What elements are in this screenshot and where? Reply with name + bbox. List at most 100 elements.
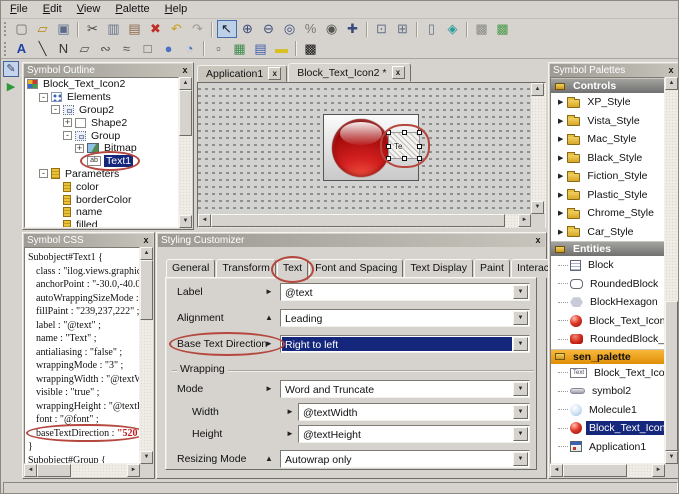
expand-arrow-up-icon[interactable]: ▲ (265, 454, 273, 463)
expander-arrow-icon[interactable]: ▶ (558, 209, 563, 217)
close-icon[interactable]: x (140, 234, 152, 246)
dropdown-arrow-icon[interactable]: ▼ (513, 405, 528, 419)
image-tool-icon[interactable]: ▦ (230, 40, 250, 58)
tab-font-and-spacing[interactable]: Font and Spacing (309, 259, 403, 278)
expand-arrow-right-icon[interactable]: ► (286, 429, 294, 438)
text-tool-icon[interactable]: A (12, 40, 32, 58)
expander-arrow-icon[interactable]: ▶ (558, 117, 563, 125)
line-tool-icon[interactable]: ╲ (33, 40, 53, 58)
palette-item-application1[interactable]: Application1 (551, 438, 664, 457)
palette-item-symbol2[interactable]: symbol2 (551, 382, 664, 401)
palette-item-chrome-style[interactable]: ▶Chrome_Style (551, 204, 664, 223)
expand-arrow-right-icon[interactable]: ► (265, 384, 273, 393)
scroll-left-icon[interactable]: ◄ (198, 214, 211, 227)
menu-help[interactable]: Help (158, 1, 196, 17)
palette-item-xp-style[interactable]: ▶XP_Style (551, 93, 664, 112)
close-tab-icon[interactable]: x (392, 66, 405, 79)
rectangle-tool-icon[interactable]: □ (138, 40, 158, 58)
pan-icon[interactable]: ✚ (343, 20, 363, 38)
expand-arrow-up-icon[interactable]: ▲ (265, 313, 273, 322)
dropdown-arrow-icon[interactable]: ▼ (513, 311, 528, 325)
css-source-view[interactable]: Subobject#Text1 {class : "ilog.views.gra… (24, 247, 140, 464)
palette-item-roundedblock[interactable]: RoundedBlock (551, 275, 664, 294)
close-icon[interactable]: x (532, 234, 544, 246)
scroll-up-icon[interactable]: ▲ (531, 83, 544, 96)
preview-icon[interactable]: ◉ (322, 20, 342, 38)
redo-icon[interactable]: ↷ (188, 20, 208, 38)
open-folder-icon[interactable]: ▱ (33, 20, 53, 38)
point-tool-icon[interactable]: ▫ (209, 40, 229, 58)
dropdown-arrow-icon[interactable]: ▼ (513, 427, 528, 441)
palette-item-block-text-icon[interactable]: TextBlock_Text_Icon (551, 364, 664, 383)
expander-arrow-icon[interactable]: ▶ (558, 98, 563, 106)
red-sphere-graphic[interactable] (332, 119, 390, 177)
scroll-down-icon[interactable]: ▼ (665, 451, 678, 464)
send-to-back-icon[interactable]: ▩ (493, 20, 513, 38)
combo-height[interactable]: @textHeight▼ (298, 425, 530, 443)
scroll-up-icon[interactable]: ▲ (179, 77, 192, 90)
close-tab-icon[interactable]: x (268, 67, 281, 80)
zoom-percent-icon[interactable]: % (301, 20, 321, 38)
scroll-thumb[interactable] (179, 90, 192, 136)
combo-width[interactable]: @textWidth▼ (298, 403, 530, 421)
undo-icon[interactable]: ↶ (167, 20, 187, 38)
tab-paint[interactable]: Paint (474, 259, 510, 278)
run-mode-icon[interactable]: ▶ (3, 80, 19, 96)
tree-item-elements[interactable]: -Elements (25, 91, 178, 104)
toolbar-grip[interactable] (3, 41, 8, 57)
palette-section-entities[interactable]: Entities (551, 241, 664, 256)
scroll-thumb[interactable] (211, 214, 505, 227)
expander-plus-icon[interactable]: + (75, 144, 84, 153)
palette-item-plastic-style[interactable]: ▶Plastic_Style (551, 186, 664, 205)
css-vertical-scrollbar[interactable]: ▲ ▼ (140, 247, 153, 464)
menu-view[interactable]: View (70, 1, 109, 17)
ellipse-tool-icon[interactable]: ● (159, 40, 179, 58)
tree-item-parameters[interactable]: -Parameters (25, 168, 178, 181)
ungroup-icon[interactable]: ⊞ (393, 20, 413, 38)
palette-section-sen-palette[interactable]: sen_palette (551, 349, 664, 364)
menu-palette[interactable]: Palette (108, 1, 157, 17)
polyline-tool-icon[interactable]: N (54, 40, 74, 58)
expand-arrow-right-icon[interactable]: ► (286, 407, 294, 416)
scroll-up-icon[interactable]: ▲ (665, 77, 678, 90)
palette-section-controls[interactable]: Controls (551, 78, 664, 93)
palette-item-car-style[interactable]: ▶Car_Style (551, 223, 664, 242)
new-document-icon[interactable]: ▢ (12, 20, 32, 38)
scroll-left-icon[interactable]: ◄ (24, 464, 37, 477)
open-spline-tool-icon[interactable]: ≈ (117, 40, 137, 58)
stack-tool-icon[interactable]: ▤ (251, 40, 271, 58)
expander-arrow-icon[interactable]: ▶ (558, 172, 563, 180)
menu-edit[interactable]: Edit (36, 1, 70, 17)
selection-handle[interactable] (386, 130, 391, 135)
scroll-up-icon[interactable]: ▲ (140, 247, 153, 260)
outline-vertical-scrollbar[interactable]: ▲ ▼ (179, 77, 192, 228)
close-icon[interactable]: x (179, 64, 191, 76)
cut-icon[interactable]: ✂ (83, 20, 103, 38)
dropdown-arrow-icon[interactable]: ▼ (513, 285, 528, 299)
scroll-thumb[interactable] (37, 464, 71, 477)
edit-mode-icon[interactable]: ✎ (3, 61, 19, 77)
scroll-thumb[interactable] (140, 260, 153, 320)
expander-minus-icon[interactable]: - (39, 169, 48, 178)
palette-item-black-style[interactable]: ▶Black_Style (551, 149, 664, 168)
scroll-down-icon[interactable]: ▼ (140, 451, 153, 464)
scroll-down-icon[interactable]: ▼ (531, 201, 544, 214)
tree-item-bitmap[interactable]: +Bitmap (25, 142, 178, 155)
expander-plus-icon[interactable]: + (63, 118, 72, 127)
combo-alignment[interactable]: Leading▼ (280, 309, 530, 327)
scroll-right-icon[interactable]: ► (518, 214, 531, 227)
selected-text-element[interactable]: Te (388, 132, 420, 159)
expander-arrow-icon[interactable]: ▶ (558, 228, 563, 236)
delete-icon[interactable]: ✖ (146, 20, 166, 38)
closed-spline-tool-icon[interactable]: ∾ (96, 40, 116, 58)
tab-general[interactable]: General (166, 259, 215, 278)
ruler-icon[interactable]: ▯ (422, 20, 442, 38)
order-tool-icon[interactable]: ▩ (301, 40, 321, 58)
editor-tab-block-text-icon2[interactable]: Block_Text_Icon2 *x (288, 63, 410, 82)
selection-handle[interactable] (417, 130, 422, 135)
tree-item-bordercolor[interactable]: borderColor (25, 193, 178, 206)
palette-vertical-scrollbar[interactable]: ▲ ▼ (665, 77, 678, 464)
arc-tool-icon[interactable]: ◔ (180, 40, 200, 58)
selection-handle[interactable] (417, 144, 422, 149)
scroll-down-icon[interactable]: ▼ (179, 215, 192, 228)
